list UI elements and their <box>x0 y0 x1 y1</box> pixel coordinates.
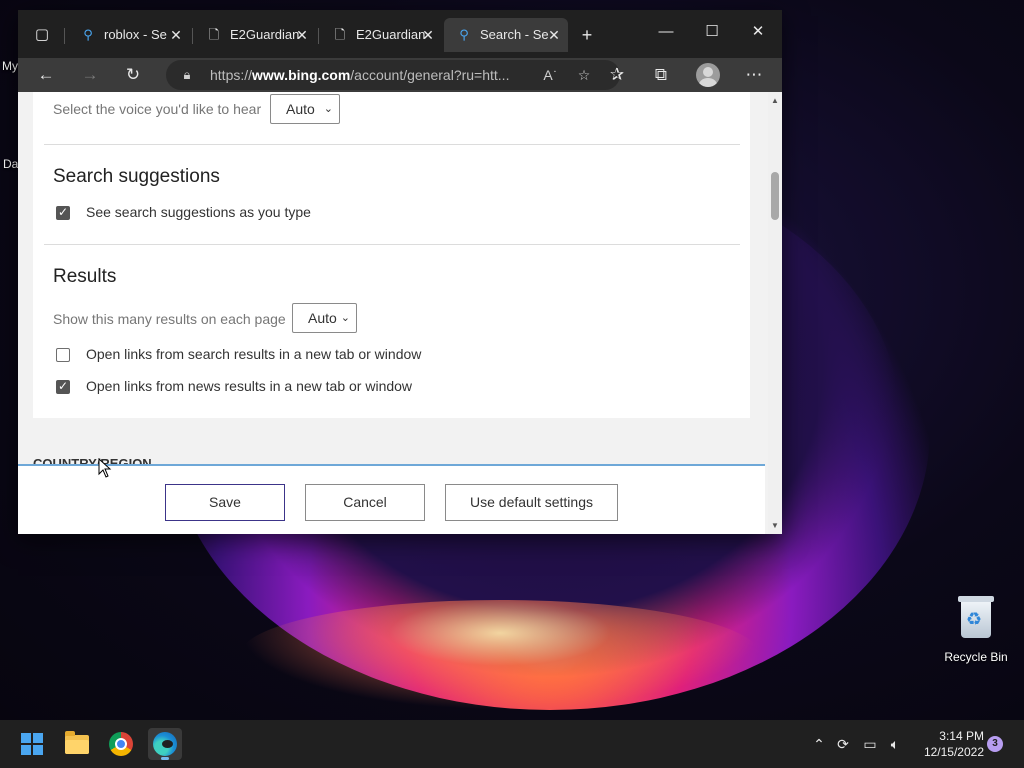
results-count-select[interactable]: Auto ⌄ <box>292 303 357 333</box>
more-menu-icon[interactable]: ⋯ <box>739 62 769 88</box>
back-button[interactable]: ← <box>31 62 61 88</box>
results-heading: Results <box>53 266 117 287</box>
settings-card <box>33 92 750 418</box>
save-button[interactable]: Save <box>165 484 285 521</box>
settings-page: Select the voice you'd like to hear Auto… <box>18 92 768 534</box>
divider <box>44 244 740 245</box>
recycle-bin-label: Recycle Bin <box>944 650 1008 664</box>
see-suggestions-label[interactable]: See search suggestions as you type <box>86 204 311 220</box>
chevron-down-icon: ⌄ <box>340 312 350 324</box>
open-news-links-checkbox[interactable] <box>56 379 70 394</box>
use-default-settings-button[interactable]: Use default settings <box>445 484 618 521</box>
address-url[interactable]: https://www.bing.com/account/general?ru=… <box>210 60 510 90</box>
page-icon: 🗋 <box>334 27 346 42</box>
scroll-thumb[interactable] <box>771 172 779 220</box>
voice-label: Select the voice you'd like to hear <box>53 101 262 117</box>
see-suggestions-checkbox[interactable] <box>56 205 70 220</box>
folder-icon <box>65 731 89 754</box>
close-tab-icon[interactable]: ✕ <box>294 18 310 52</box>
file-explorer-button[interactable] <box>60 728 94 760</box>
profile-avatar[interactable] <box>696 63 720 87</box>
volume-icon[interactable]: 🔈︎ <box>884 734 906 754</box>
clock-date: 12/15/2022 <box>923 745 984 759</box>
chrome-icon <box>109 732 133 756</box>
wallpaper-bloom-rim <box>240 600 760 710</box>
clock-time: 3:14 PM <box>939 729 984 743</box>
scroll-down-icon[interactable]: ▼ <box>768 521 782 530</box>
recycle-bin-icon: ♻ <box>958 596 994 638</box>
edge-button[interactable] <box>148 728 182 760</box>
start-button[interactable] <box>15 728 49 760</box>
open-search-links-label[interactable]: Open links from search results in a new … <box>86 346 421 362</box>
search-icon: ⚲ <box>83 27 93 42</box>
tab-title: Search - Se <box>480 27 549 42</box>
recycle-bin[interactable]: ♻ Recycle Bin <box>940 596 1012 664</box>
taskbar: ⌃ ⟳ ▭ 🔈︎ 3:14 PM 12/15/2022 3 <box>0 720 1024 768</box>
tab-title: E2Guardian <box>230 27 300 42</box>
close-tab-icon[interactable]: ✕ <box>168 18 184 52</box>
tab-title: roblox - Se <box>104 27 167 42</box>
tab-actions-icon[interactable]: ▢ <box>28 22 56 48</box>
tab-search-settings[interactable]: ⚲ Search - Se ✕ <box>444 18 568 52</box>
add-favorite-icon[interactable]: ☆ <box>572 64 596 86</box>
open-news-links-label[interactable]: Open links from news results in a new ta… <box>86 378 412 394</box>
tab-roblox[interactable]: ⚲ roblox - Se ✕ <box>68 18 190 52</box>
chevron-up-icon[interactable]: ⌃ <box>808 734 830 754</box>
chevron-down-icon: ⌄ <box>323 103 333 115</box>
tab-bar: ▢ ⚲ roblox - Se ✕ 🗋 E2Guardian ✕ 🗋 E2Gua… <box>18 10 782 58</box>
desktop-icon-label[interactable]: Da <box>3 157 18 171</box>
browser-toolbar: ← → ↻ 🔒︎ https://www.bing.com/account/ge… <box>18 58 782 92</box>
forward-button[interactable]: → <box>75 62 105 88</box>
cancel-button[interactable]: Cancel <box>305 484 425 521</box>
network-icon[interactable]: ▭ <box>859 734 881 754</box>
page-scrollbar[interactable]: ▲ ▼ <box>768 92 782 534</box>
search-suggestions-heading: Search suggestions <box>53 166 220 187</box>
edge-icon <box>153 732 177 756</box>
page-icon: 🗋 <box>208 27 220 42</box>
favorites-icon[interactable]: ✰ <box>602 62 632 88</box>
address-bar[interactable]: 🔒︎ https://www.bing.com/account/general?… <box>166 60 620 90</box>
tab-e2guardian-1[interactable]: 🗋 E2Guardian ✕ <box>194 18 316 52</box>
collections-icon[interactable]: ⧉ <box>646 62 676 88</box>
minimize-button[interactable]: — <box>646 20 686 44</box>
search-icon: ⚲ <box>459 27 469 42</box>
open-search-links-checkbox[interactable] <box>56 348 70 362</box>
windows-icon <box>21 733 43 755</box>
settings-footer: Save Cancel Use default settings <box>18 464 765 534</box>
sync-icon[interactable]: ⟳ <box>832 734 854 754</box>
results-count-label: Show this many results on each page <box>53 311 286 327</box>
tab-e2guardian-2[interactable]: 🗋 E2Guardian ✕ <box>320 18 442 52</box>
voice-select[interactable]: Auto ⌄ <box>270 94 340 124</box>
lock-icon[interactable]: 🔒︎ <box>180 67 194 83</box>
new-tab-button[interactable]: + <box>573 22 601 48</box>
read-aloud-icon[interactable]: A͘ <box>536 64 560 86</box>
mouse-cursor-icon <box>98 458 112 478</box>
notification-badge[interactable]: 3 <box>987 736 1003 752</box>
scroll-up-icon[interactable]: ▲ <box>768 96 782 105</box>
divider <box>44 144 740 145</box>
close-window-button[interactable]: ✕ <box>738 20 778 44</box>
desktop-icon-label[interactable]: My <box>2 59 18 73</box>
tab-title: E2Guardian <box>356 27 426 42</box>
close-tab-icon[interactable]: ✕ <box>546 18 562 52</box>
clock[interactable]: 3:14 PM 12/15/2022 <box>912 728 984 760</box>
chrome-button[interactable] <box>104 728 138 760</box>
refresh-button[interactable]: ↻ <box>118 62 148 88</box>
close-tab-icon[interactable]: ✕ <box>420 18 436 52</box>
browser-window: ▢ ⚲ roblox - Se ✕ 🗋 E2Guardian ✕ 🗋 E2Gua… <box>18 10 782 534</box>
maximize-button[interactable]: ☐ <box>692 20 732 44</box>
